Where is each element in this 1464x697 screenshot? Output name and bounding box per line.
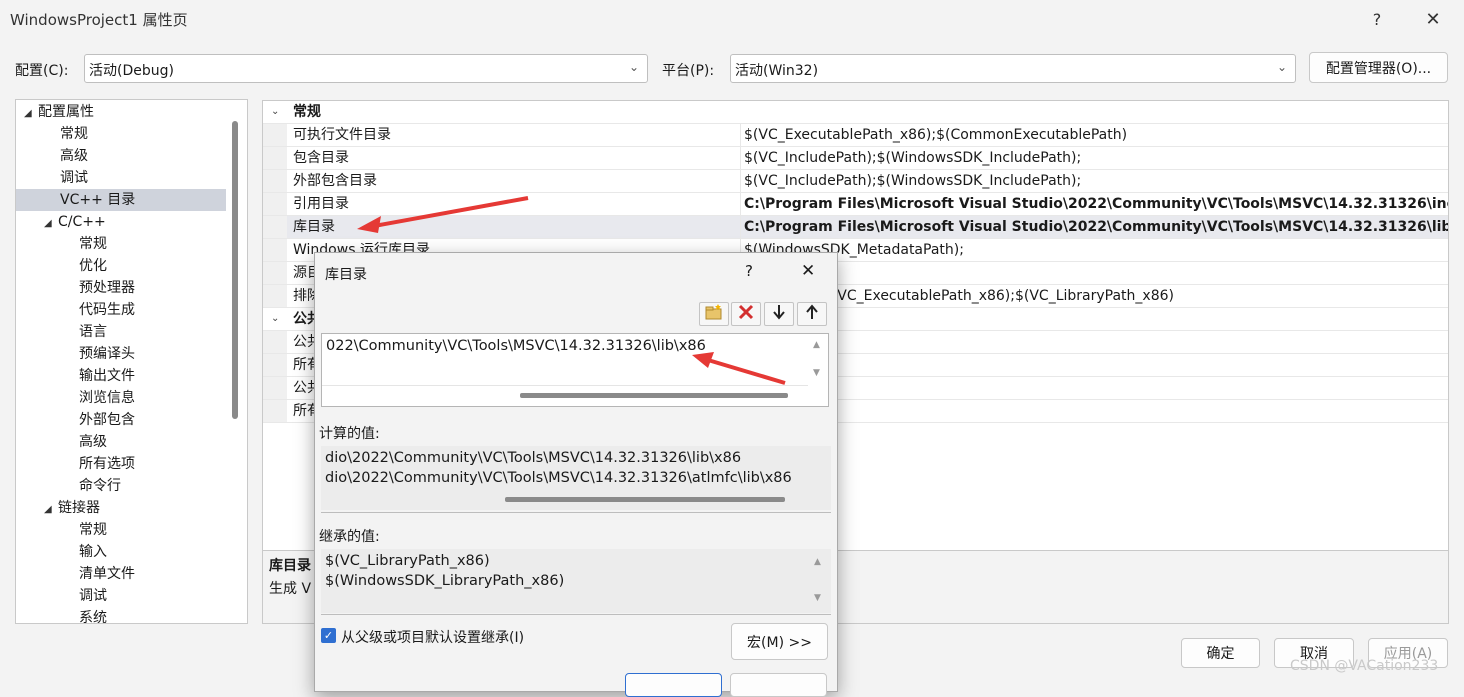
annotation-arrows — [357, 196, 786, 385]
annotation-arrow-1 — [357, 196, 529, 233]
annotation-arrow-2 — [692, 352, 786, 385]
watermark: CSDN @VACation233 — [1290, 658, 1439, 674]
